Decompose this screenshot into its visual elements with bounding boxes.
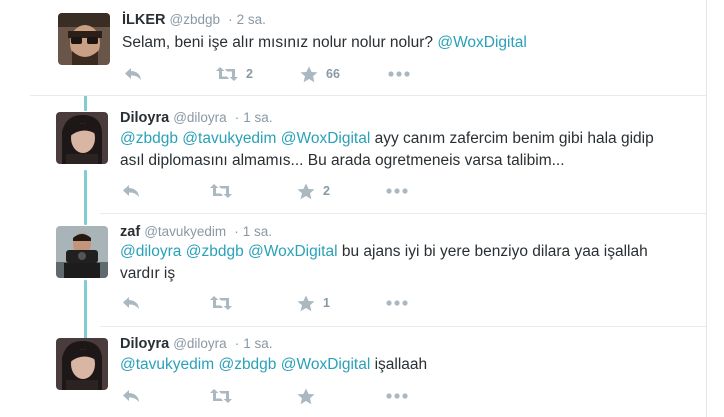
- tweet-text-plain: işallaah: [370, 356, 428, 373]
- divider: [100, 326, 706, 327]
- right-border: [706, 0, 707, 417]
- favorite-button[interactable]: [297, 386, 323, 406]
- avatar[interactable]: [56, 226, 108, 278]
- mention-link[interactable]: @WoxDigital: [248, 243, 338, 260]
- favorite-button[interactable]: 66: [300, 64, 340, 84]
- tweet-text-line: @tavukyedim @zbdgb @WoxDigital işallaah: [120, 354, 427, 376]
- favorite-icon: [297, 183, 315, 199]
- thread-line: [84, 95, 87, 111]
- tweet-text-line: vardır iş: [120, 265, 176, 282]
- thread-line: [84, 280, 87, 340]
- tweet-text: @tavukyedim @zbdgb @WoxDigital işallaah: [120, 354, 427, 376]
- divider: [30, 95, 706, 96]
- reply-button[interactable]: [122, 386, 140, 406]
- timestamp[interactable]: 1 sa.: [243, 336, 272, 351]
- mention-link[interactable]: @diloyra: [120, 243, 181, 260]
- reply-button[interactable]: [122, 181, 140, 201]
- author-name[interactable]: Diloyra: [120, 110, 169, 126]
- reply-button[interactable]: [124, 64, 142, 84]
- retweet-count: 2: [246, 67, 253, 81]
- retweet-button[interactable]: [210, 293, 240, 313]
- avatar[interactable]: [56, 112, 108, 164]
- favorite-count: 2: [323, 184, 330, 198]
- separator: ·: [234, 110, 240, 125]
- more-button[interactable]: [386, 386, 408, 406]
- favorite-icon: [297, 295, 315, 311]
- reply-icon: [123, 390, 139, 402]
- mention-link[interactable]: @WoxDigital: [281, 130, 371, 147]
- mention-link[interactable]: @zbdgb: [218, 356, 276, 373]
- tweet-text: @zbdgb @tavukyedim @WoxDigital ayy canım…: [120, 128, 654, 172]
- avatar[interactable]: [56, 338, 108, 390]
- tweet-text-plain: bu ajans iyi bi yere benziyo dilara yaa …: [337, 243, 648, 260]
- separator: ·: [234, 336, 240, 351]
- retweet-icon: [210, 184, 232, 198]
- tweet-text: @diloyra @zbdgb @WoxDigital bu ajans iyi…: [120, 241, 648, 285]
- divider: [100, 213, 706, 214]
- timestamp[interactable]: 1 sa.: [243, 224, 272, 239]
- mention-link[interactable]: @tavukyedim: [120, 356, 214, 373]
- separator: ·: [234, 224, 239, 239]
- mention-link[interactable]: @tavukyedim: [182, 130, 276, 147]
- author-handle[interactable]: @zbdgb: [170, 12, 221, 27]
- favorite-count: 1: [323, 296, 330, 310]
- retweet-button[interactable]: [210, 181, 240, 201]
- more-icon: [388, 71, 410, 77]
- tweet-text-line: @zbdgb @tavukyedim @WoxDigital ayy canım…: [120, 128, 654, 150]
- author-name[interactable]: Diloyra: [120, 336, 169, 352]
- reply-button[interactable]: [122, 293, 140, 313]
- more-icon: [386, 393, 408, 399]
- reply-icon: [123, 297, 139, 309]
- author-name[interactable]: zaf: [120, 224, 140, 240]
- reply-icon: [125, 68, 141, 80]
- more-button[interactable]: [386, 293, 408, 313]
- mention-link[interactable]: @WoxDigital: [281, 356, 371, 373]
- thread-line: [84, 170, 87, 225]
- more-icon: [386, 300, 408, 306]
- author-handle[interactable]: @diloyra: [173, 336, 226, 351]
- retweet-button[interactable]: [210, 386, 240, 406]
- more-button[interactable]: [388, 64, 410, 84]
- favorite-count: 66: [326, 67, 340, 81]
- reply-icon: [123, 185, 139, 197]
- avatar[interactable]: [58, 13, 110, 65]
- author-handle[interactable]: @diloyra: [173, 110, 226, 125]
- author-handle[interactable]: @tavukyedim: [144, 224, 226, 239]
- favorite-button[interactable]: 1: [297, 293, 330, 313]
- mention-link[interactable]: @WoxDigital: [437, 34, 527, 51]
- tweet-text-line: @diloyra @zbdgb @WoxDigital bu ajans iyi…: [120, 241, 648, 263]
- favorite-icon: [297, 388, 315, 404]
- tweet-text-plain: ayy canım zafercim benim gibi hala gidip: [370, 130, 654, 147]
- favorite-button[interactable]: 2: [297, 181, 330, 201]
- tweet-text-line: asıl diplomasını almamıs... Bu arada ogr…: [120, 152, 565, 169]
- mention-link[interactable]: @zbdgb: [186, 243, 244, 260]
- mention-link[interactable]: @zbdgb: [120, 130, 178, 147]
- more-icon: [386, 188, 408, 194]
- author-name[interactable]: İLKER: [122, 12, 166, 28]
- timestamp[interactable]: 2 sa.: [237, 12, 266, 27]
- favorite-icon: [300, 66, 318, 82]
- tweet-text: Selam, beni işe alır mısınız nolur nolur…: [122, 32, 527, 54]
- retweet-icon: [210, 389, 232, 403]
- retweet-button[interactable]: 2: [216, 64, 253, 84]
- tweet-text-plain: Selam, beni işe alır mısınız nolur nolur…: [122, 34, 438, 51]
- timestamp[interactable]: 1 sa.: [243, 110, 272, 125]
- more-button[interactable]: [386, 181, 408, 201]
- retweet-icon: [216, 67, 238, 81]
- retweet-icon: [210, 296, 232, 310]
- separator: ·: [228, 12, 233, 27]
